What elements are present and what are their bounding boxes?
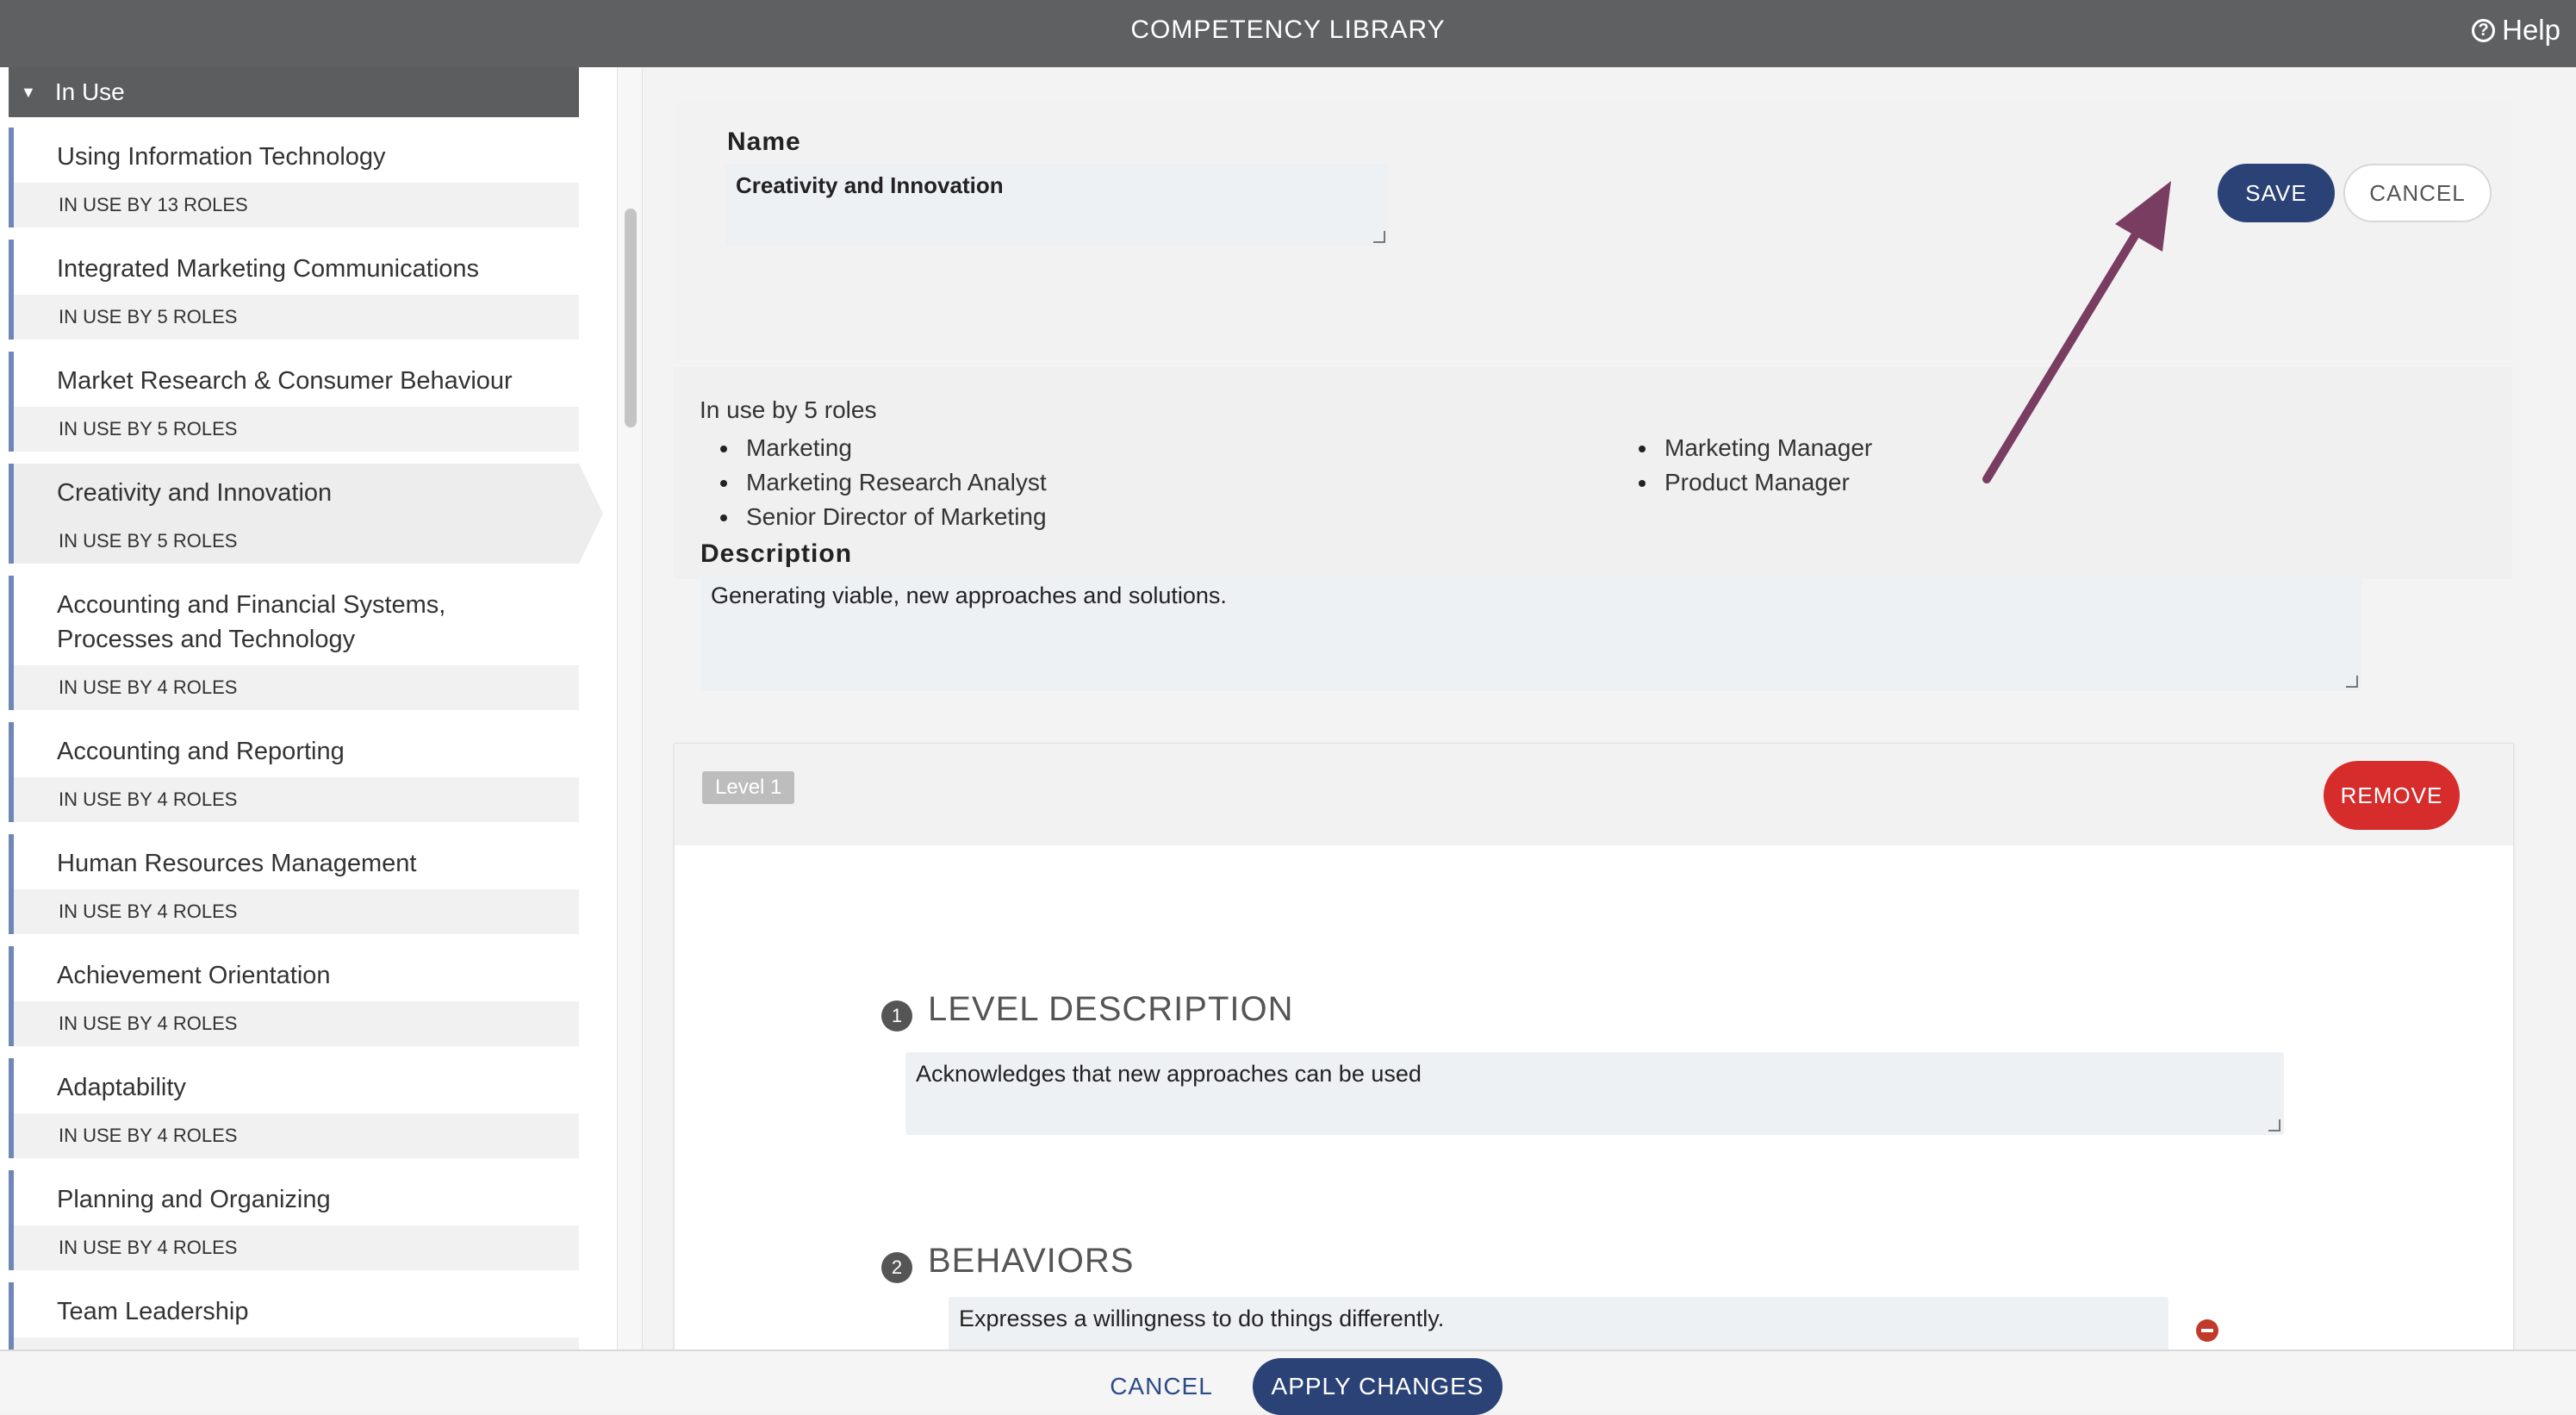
bottom-action-bar: CANCEL APPLY CHANGES (0, 1350, 2576, 1415)
list-item[interactable]: Accounting and Reporting IN USE BY 4 ROL… (9, 722, 579, 822)
name-input[interactable]: Creativity and Innovation (725, 164, 1389, 246)
roles-list-col2: Marketing Manager Product Manager (1639, 431, 1872, 500)
step-number: 1 (881, 1000, 912, 1032)
item-usage: IN USE BY 5 ROLES (14, 519, 579, 564)
competency-sidebar: ▼ In Use Using Information Technology IN… (0, 67, 619, 1350)
item-usage: IN USE BY 5 ROLES (14, 407, 579, 452)
role-item: Marketing Research Analyst (720, 465, 1047, 500)
item-usage: IN USE BY 13 ROLES (14, 183, 579, 228)
resize-grip-icon[interactable] (1373, 231, 1385, 243)
item-name: Achievement Orientation (57, 962, 331, 989)
level-tag: Level 1 (702, 771, 795, 804)
item-name: Using Information Technology (57, 143, 386, 171)
level-description-value: Acknowledges that new approaches can be … (916, 1061, 1422, 1087)
top-bar: COMPETENCY LIBRARY ? Help (0, 0, 2576, 67)
item-usage: IN USE BY 4 ROLES (14, 1001, 579, 1046)
role-item: Marketing Manager (1639, 431, 1872, 465)
item-name: Accounting and Reporting (57, 738, 345, 765)
question-circle-icon: ? (2472, 18, 2496, 42)
step-number: 2 (881, 1252, 912, 1283)
item-name: Market Research & Consumer Behaviour (57, 367, 513, 395)
list-item[interactable]: Achievement Orientation IN USE BY 4 ROLE… (9, 946, 579, 1046)
competency-list: Using Information Technology IN USE BY 1… (9, 128, 603, 1350)
help-label: Help (2502, 14, 2560, 46)
item-usage: IN USE BY 4 ROLES (14, 1225, 579, 1270)
item-usage: IN USE BY 4 ROLES (14, 665, 579, 710)
in-use-heading: In use by 5 roles (700, 396, 877, 423)
role-item: Product Manager (1639, 465, 1872, 500)
app-title: COMPETENCY LIBRARY (1130, 16, 1446, 44)
item-name: Creativity and Innovation (14, 464, 579, 519)
remove-level-button[interactable]: REMOVE (2324, 761, 2460, 830)
remove-behavior-icon[interactable] (2196, 1319, 2218, 1342)
bottom-cancel-button[interactable]: CANCEL (1094, 1363, 1229, 1410)
description-input[interactable]: Generating viable, new approaches and so… (700, 574, 2361, 691)
item-name: Team Leadership (57, 1298, 249, 1325)
item-usage: IN USE BY 4 ROLES (14, 889, 579, 934)
item-usage: IN USE BY 5 ROLES (14, 295, 579, 340)
name-label: Name (727, 128, 801, 156)
list-item[interactable]: Using Information Technology IN USE BY 1… (9, 128, 579, 228)
role-item: Marketing (720, 431, 1047, 465)
resize-grip-icon[interactable] (2346, 676, 2358, 688)
help-link[interactable]: ? Help (2472, 14, 2560, 47)
level-description-title: LEVEL DESCRIPTION (928, 990, 1294, 1028)
level-description-input[interactable]: Acknowledges that new approaches can be … (905, 1052, 2284, 1135)
level-card: Level 1 REMOVE 1 LEVEL DESCRIPTION Ackno… (674, 743, 2514, 1350)
sidebar-scrollbar[interactable] (617, 67, 643, 1350)
item-usage: IN USE BY 4 ROLES (14, 777, 579, 822)
roles-list-col1: Marketing Marketing Research Analyst Sen… (720, 431, 1047, 534)
description-value: Generating viable, new approaches and so… (711, 583, 1227, 608)
item-name: Human Resources Management (57, 850, 417, 877)
item-name: Accounting and Financial Systems, Proces… (57, 591, 446, 653)
resize-grip-icon[interactable] (2268, 1119, 2280, 1131)
list-item[interactable]: Human Resources Management IN USE BY 4 R… (9, 834, 579, 934)
list-item[interactable]: Team Leadership IN USE BY 4 ROLES (9, 1282, 579, 1350)
item-name: Integrated Marketing Communications (57, 255, 480, 283)
competency-editor: Name Creativity and Innovation SAVE CANC… (643, 67, 2576, 1350)
group-label: In Use (54, 78, 125, 105)
name-card: Name Creativity and Innovation SAVE CANC… (674, 102, 2512, 360)
behavior-input[interactable]: Expresses a willingness to do things dif… (949, 1297, 2168, 1350)
list-item[interactable]: Market Research & Consumer Behaviour IN … (9, 352, 579, 452)
item-name: Planning and Organizing (57, 1186, 331, 1213)
item-usage: IN USE BY 4 ROLES (14, 1337, 579, 1350)
save-button[interactable]: SAVE (2218, 164, 2335, 222)
cancel-button[interactable]: CANCEL (2343, 164, 2492, 222)
list-item[interactable]: Integrated Marketing Communications IN U… (9, 240, 579, 340)
list-item[interactable]: Adaptability IN USE BY 4 ROLES (9, 1058, 579, 1158)
description-label: Description (700, 539, 853, 568)
list-item[interactable]: Planning and Organizing IN USE BY 4 ROLE… (9, 1170, 579, 1270)
item-usage: IN USE BY 4 ROLES (14, 1113, 579, 1158)
level-header: Level 1 REMOVE (675, 744, 2513, 845)
in-use-panel: In use by 5 roles Marketing Marketing Re… (674, 367, 2512, 579)
group-header-in-use[interactable]: ▼ In Use (9, 67, 579, 117)
role-item: Senior Director of Marketing (720, 500, 1047, 534)
annotation-arrow-icon (1982, 181, 2171, 483)
behaviors-title: BEHAVIORS (928, 1242, 1135, 1280)
list-item-active[interactable]: Creativity and Innovation IN USE BY 5 RO… (9, 464, 603, 564)
caret-down-icon: ▼ (21, 83, 36, 101)
name-value: Creativity and Innovation (736, 172, 1004, 198)
item-name: Adaptability (57, 1074, 186, 1101)
scrollbar-thumb[interactable] (625, 209, 637, 427)
list-item[interactable]: Accounting and Financial Systems, Proces… (9, 576, 579, 710)
behavior-value: Expresses a willingness to do things dif… (959, 1306, 1445, 1331)
apply-changes-button[interactable]: APPLY CHANGES (1253, 1358, 1503, 1415)
